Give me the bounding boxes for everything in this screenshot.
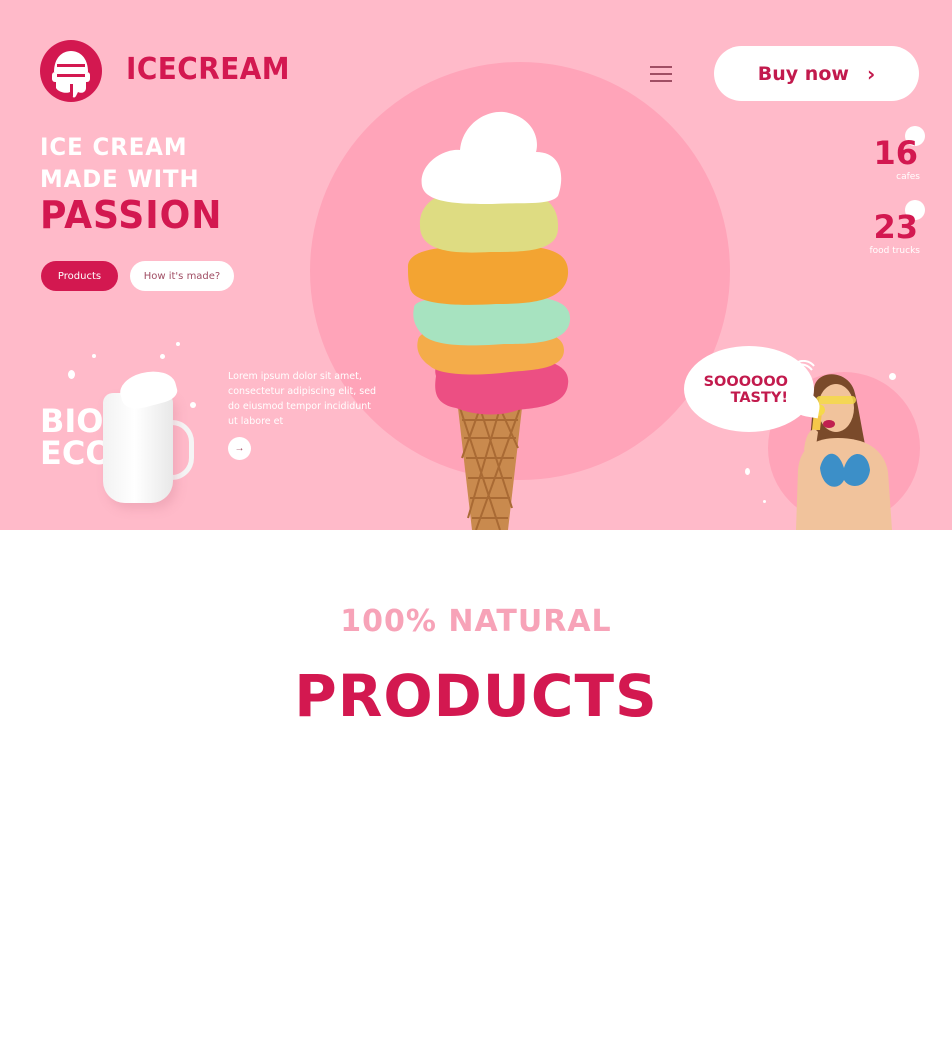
arrow-right-icon[interactable]: → (228, 437, 251, 460)
headline-line-1: ICE CREAM (40, 133, 188, 161)
decor-dot (745, 468, 750, 475)
chevron-right-icon: › (866, 61, 876, 86)
headline-line-2: MADE WITH (40, 165, 200, 193)
milk-drop (190, 402, 196, 408)
bio-line: BIO (40, 402, 104, 440)
buy-now-button[interactable]: Buy now › (714, 46, 919, 101)
hamburger-menu-icon[interactable] (646, 62, 674, 86)
milk-jug-image (103, 393, 173, 503)
stat-food-trucks-label: food trucks (869, 246, 920, 256)
products-eyebrow: 100% NATURAL (340, 604, 612, 639)
hero-section: ICECREAM Buy now › ICE CREAM MADE WITH P… (0, 0, 952, 530)
bio-eco-text: BIO ECO (40, 405, 113, 469)
products-title: PRODUCTS (294, 662, 658, 730)
stat-cafes-value: 16 (873, 134, 918, 172)
milk-drop (160, 354, 165, 359)
decor-dot (763, 500, 766, 503)
ice-cream-helmet-logo-icon (52, 51, 90, 98)
brand-logo[interactable] (40, 40, 102, 102)
milk-drop (68, 370, 75, 379)
stat-cafes-label: cafes (896, 172, 920, 182)
buy-now-label: Buy now (757, 62, 849, 85)
stat-food-trucks-value: 23 (873, 208, 918, 246)
eco-line: ECO (40, 434, 113, 472)
speech-bubble-line-1: SOOOOOO (703, 374, 788, 390)
milk-drop (176, 342, 180, 346)
decor-dot (889, 373, 896, 380)
milk-drop (92, 354, 96, 358)
products-button[interactable]: Products (41, 261, 118, 291)
ice-cream-cone-image (407, 111, 571, 530)
brand-name[interactable]: ICECREAM (126, 52, 290, 87)
speech-bubble-text: SOOOOOO TASTY! (690, 374, 788, 406)
how-its-made-button[interactable]: How it's made? (130, 261, 234, 291)
hero-description: Lorem ipsum dolor sit amet, consectetur … (228, 371, 377, 427)
headline-line-3: PASSION (40, 193, 223, 237)
speech-bubble-line-2: TASTY! (730, 390, 788, 406)
